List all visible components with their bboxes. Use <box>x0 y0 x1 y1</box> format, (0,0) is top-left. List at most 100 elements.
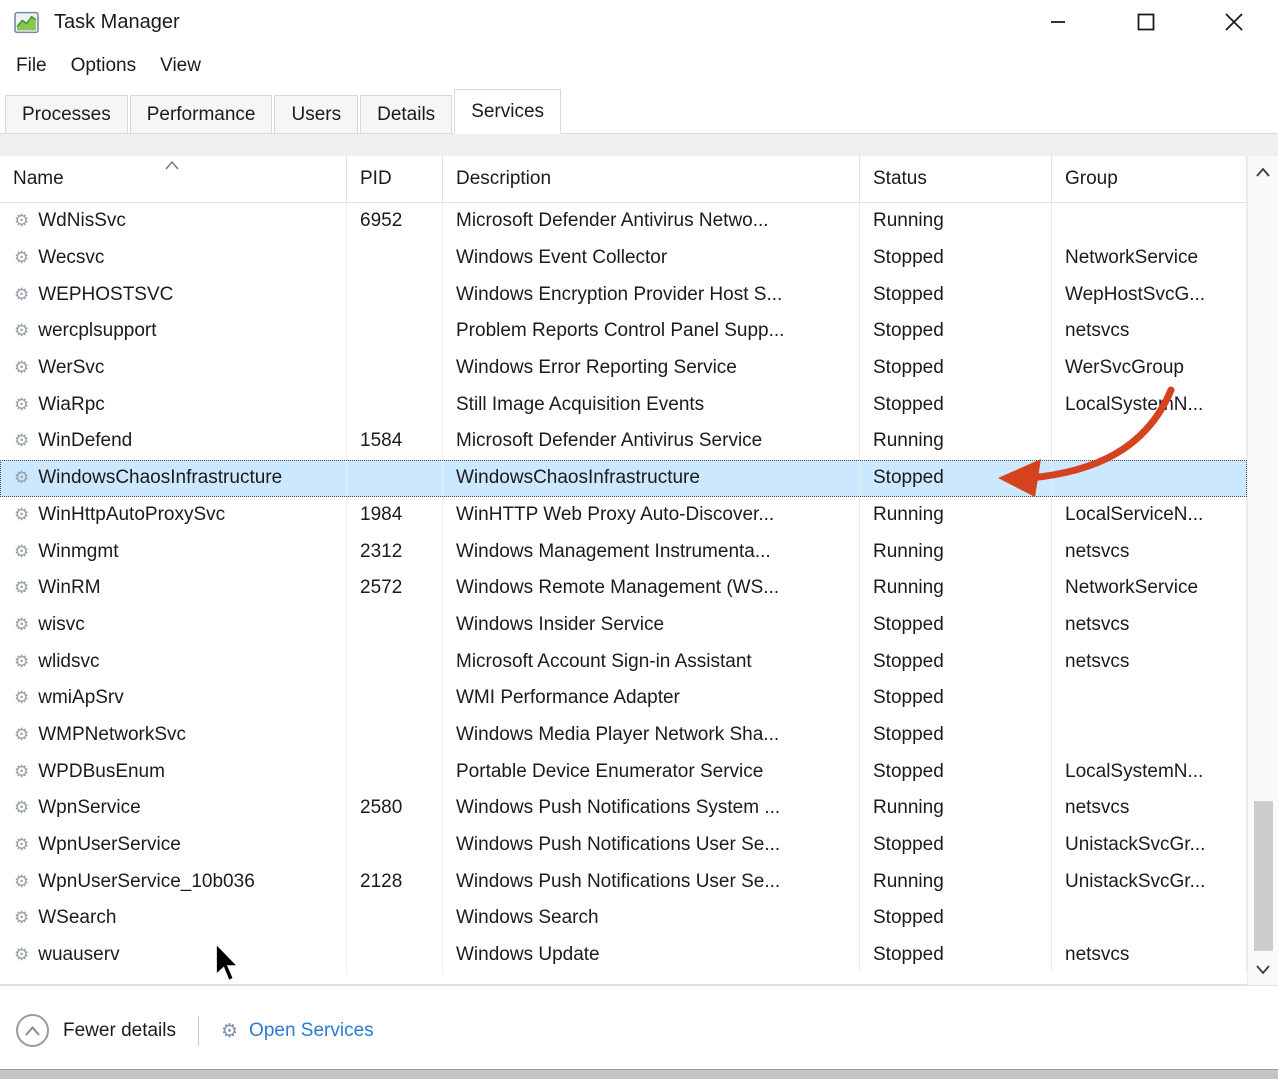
service-row-wersvc[interactable]: ⚙ WerSvc Windows Error Reporting Service… <box>0 350 1247 387</box>
service-row-wpdbusenum[interactable]: ⚙ WPDBusEnum Portable Device Enumerator … <box>0 753 1247 790</box>
service-row-winrm[interactable]: ⚙ WinRM 2572 Windows Remote Management (… <box>0 570 1247 607</box>
tab-label: Processes <box>22 104 111 126</box>
service-gear-icon: ⚙ <box>14 505 29 525</box>
menu-bar: File Options View <box>0 44 1278 88</box>
service-name: wercplsupport <box>38 320 156 342</box>
service-name-cell: ⚙ WMPNetworkSvc <box>0 717 347 754</box>
service-row-winhttpautoproxysvc[interactable]: ⚙ WinHttpAutoProxySvc 1984 WinHTTP Web P… <box>0 497 1247 534</box>
tab-label: Users <box>291 104 341 126</box>
maximize-button[interactable] <box>1102 0 1190 44</box>
column-header-pid[interactable]: PID <box>347 156 443 202</box>
service-status: Stopped <box>860 937 1052 974</box>
service-description: Windows Push Notifications User Se... <box>443 827 860 864</box>
service-group: LocalSystemN... <box>1052 753 1247 790</box>
chevron-up-circle-icon <box>16 1014 49 1047</box>
service-row-windefend[interactable]: ⚙ WinDefend 1584 Microsoft Defender Anti… <box>0 423 1247 460</box>
service-row-wsearch[interactable]: ⚙ WSearch Windows Search Stopped <box>0 900 1247 937</box>
service-row-wercplsupport[interactable]: ⚙ wercplsupport Problem Reports Control … <box>0 313 1247 350</box>
service-pid <box>347 827 443 864</box>
service-group: netsvcs <box>1052 607 1247 644</box>
service-pid <box>347 313 443 350</box>
service-status: Running <box>860 423 1052 460</box>
column-header-group[interactable]: Group <box>1052 156 1247 202</box>
service-row-wecsvc[interactable]: ⚙ Wecsvc Windows Event Collector Stopped… <box>0 240 1247 277</box>
service-row-wlidsvc[interactable]: ⚙ wlidsvc Microsoft Account Sign-in Assi… <box>0 643 1247 680</box>
footer-divider <box>198 1016 199 1046</box>
service-status: Stopped <box>860 386 1052 423</box>
vertical-scrollbar[interactable] <box>1247 156 1278 985</box>
service-name-cell: ⚙ Wecsvc <box>0 240 347 277</box>
service-description: Microsoft Account Sign-in Assistant <box>443 643 860 680</box>
service-row-wephostsvc[interactable]: ⚙ WEPHOSTSVC Windows Encryption Provider… <box>0 276 1247 313</box>
service-description: WinHTTP Web Proxy Auto-Discover... <box>443 497 860 534</box>
scrollbar-thumb[interactable] <box>1254 801 1273 951</box>
service-description: Windows Management Instrumenta... <box>443 533 860 570</box>
service-row-wpnuserservice-10b036[interactable]: ⚙ WpnUserService_10b036 2128 Windows Pus… <box>0 863 1247 900</box>
service-name-cell: ⚙ Winmgmt <box>0 533 347 570</box>
service-name: WMPNetworkSvc <box>38 724 186 746</box>
service-name: wuauserv <box>38 944 119 966</box>
column-header-status[interactable]: Status <box>860 156 1052 202</box>
service-pid <box>347 937 443 974</box>
service-row-wuauserv[interactable]: ⚙ wuauserv Windows Update Stopped netsvc… <box>0 937 1247 974</box>
service-name-cell: ⚙ WSearch <box>0 900 347 937</box>
service-gear-icon: ⚙ <box>14 358 29 378</box>
service-pid <box>347 460 443 497</box>
service-status: Running <box>860 533 1052 570</box>
minimize-button[interactable] <box>1014 0 1102 44</box>
service-gear-icon: ⚙ <box>14 285 29 305</box>
service-pid <box>347 900 443 937</box>
service-row-winmgmt[interactable]: ⚙ Winmgmt 2312 Windows Management Instru… <box>0 533 1247 570</box>
menu-item-label: View <box>160 55 201 77</box>
service-group: LocalSystemN... <box>1052 386 1247 423</box>
service-gear-icon: ⚙ <box>14 615 29 635</box>
service-gear-icon: ⚙ <box>14 395 29 415</box>
service-gear-icon: ⚙ <box>14 908 29 928</box>
service-row-wmpnetworksvc[interactable]: ⚙ WMPNetworkSvc Windows Media Player Net… <box>0 717 1247 754</box>
service-row-wiarpc[interactable]: ⚙ WiaRpc Still Image Acquisition Events … <box>0 386 1247 423</box>
service-gear-icon: ⚙ <box>14 835 29 855</box>
task-manager-app-icon <box>14 10 39 35</box>
tab-services[interactable]: Services <box>454 89 561 134</box>
tab-performance[interactable]: Performance <box>130 95 273 133</box>
tab-users[interactable]: Users <box>274 95 358 133</box>
service-description: Microsoft Defender Antivirus Service <box>443 423 860 460</box>
service-status: Stopped <box>860 607 1052 644</box>
service-row-windowschaosinfrastructure[interactable]: ⚙ WindowsChaosInfrastructure WindowsChao… <box>0 460 1247 497</box>
fewer-details-label: Fewer details <box>63 1020 176 1042</box>
service-gear-icon: ⚙ <box>14 431 29 451</box>
menu-view[interactable]: View <box>148 44 213 88</box>
scrollbar-up-arrow-icon[interactable] <box>1248 158 1278 186</box>
tab-label: Performance <box>147 104 256 126</box>
service-status: Running <box>860 863 1052 900</box>
service-row-wdnissvc[interactable]: ⚙ WdNisSvc 6952 Microsoft Defender Antiv… <box>0 203 1247 240</box>
service-row-wisvc[interactable]: ⚙ wisvc Windows Insider Service Stopped … <box>0 607 1247 644</box>
service-name-cell: ⚙ wuauserv <box>0 937 347 974</box>
service-name: WerSvc <box>38 357 104 379</box>
service-description: Problem Reports Control Panel Supp... <box>443 313 860 350</box>
menu-file[interactable]: File <box>4 44 59 88</box>
services-list: Name PID Description Status Group <box>0 156 1278 985</box>
tab-details[interactable]: Details <box>360 95 452 133</box>
menu-options[interactable]: Options <box>59 44 148 88</box>
service-gear-icon: ⚙ <box>14 872 29 892</box>
sort-ascending-icon <box>165 157 179 175</box>
column-header-description[interactable]: Description <box>443 156 860 202</box>
close-button[interactable] <box>1190 0 1278 44</box>
service-status: Stopped <box>860 680 1052 717</box>
service-row-wpnuserservice[interactable]: ⚙ WpnUserService Windows Push Notificati… <box>0 827 1247 864</box>
maximize-icon <box>1137 13 1155 31</box>
service-row-wpnservice[interactable]: ⚙ WpnService 2580 Windows Push Notificat… <box>0 790 1247 827</box>
tab-processes[interactable]: Processes <box>5 95 128 133</box>
scrollbar-down-arrow-icon[interactable] <box>1248 955 1278 983</box>
service-group <box>1052 680 1247 717</box>
service-status: Stopped <box>860 900 1052 937</box>
service-group <box>1052 717 1247 754</box>
fewer-details-button[interactable]: Fewer details <box>16 1014 176 1047</box>
service-pid: 2128 <box>347 863 443 900</box>
open-services-link[interactable]: ⚙ Open Services <box>221 1020 374 1042</box>
service-description: Windows Push Notifications System ... <box>443 790 860 827</box>
service-group: NetworkService <box>1052 240 1247 277</box>
service-row-wmiapsrv[interactable]: ⚙ wmiApSrv WMI Performance Adapter Stopp… <box>0 680 1247 717</box>
service-gear-icon: ⚙ <box>14 652 29 672</box>
